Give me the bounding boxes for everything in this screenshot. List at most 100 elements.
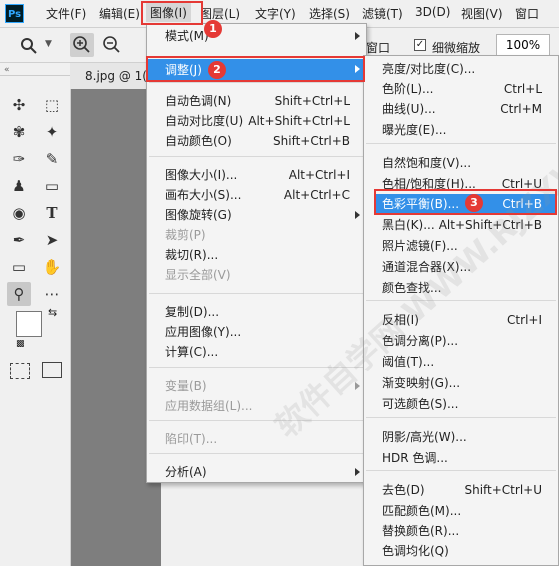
adjust-menu-item-9[interactable]: 照片滤镜(F)... bbox=[364, 236, 558, 256]
chevron-down-icon[interactable]: ▼ bbox=[45, 39, 52, 49]
menu-item-label: 渐变映射(G)... bbox=[382, 376, 461, 390]
menu-image[interactable]: 图像(I) bbox=[146, 3, 191, 22]
menu-separator bbox=[149, 82, 364, 83]
image-menu-item-10[interactable]: 裁切(R)... bbox=[147, 245, 366, 265]
menu-item-shortcut: Shift+Ctrl+L bbox=[274, 94, 350, 108]
magic-wand-tool-icon[interactable]: ✦ bbox=[40, 120, 64, 144]
adjust-menu-item-2[interactable]: 色阶(L)... Ctrl+L bbox=[364, 79, 558, 99]
lasso-tool-icon[interactable]: ✾ bbox=[7, 120, 31, 144]
more-tools-icon[interactable]: ⋯ bbox=[40, 282, 64, 306]
menu-item-label: 图像大小(I)... bbox=[165, 168, 238, 182]
menu-view[interactable]: 视图(V) bbox=[461, 5, 503, 22]
swap-colors-icon[interactable]: ⇆ bbox=[48, 306, 57, 319]
menu-item-label: 匹配颜色(M)... bbox=[382, 504, 462, 518]
adjust-menu-item-12[interactable]: 反相(I) Ctrl+I bbox=[364, 310, 558, 330]
menu-separator bbox=[149, 367, 364, 368]
adjust-menu-item-3[interactable]: 曲线(U)... Ctrl+M bbox=[364, 99, 558, 119]
menu-item-label: 亮度/对比度(C)... bbox=[382, 62, 476, 76]
menu-item-label: HDR 色调... bbox=[382, 451, 448, 465]
menu-separator bbox=[366, 300, 556, 301]
menu-filter[interactable]: 滤镜(T) bbox=[362, 5, 403, 22]
image-menu-item-15: 变量(B) bbox=[147, 376, 366, 396]
menu-separator bbox=[366, 143, 556, 144]
adjust-menu-item-5[interactable]: 自然饱和度(V)... bbox=[364, 153, 558, 173]
rectangle-tool-icon[interactable]: ▭ bbox=[7, 255, 31, 279]
image-menu-item-18[interactable]: 分析(A) bbox=[147, 462, 366, 482]
image-menu-item-8[interactable]: 图像旋转(G) bbox=[147, 205, 366, 225]
quick-mask-icon[interactable] bbox=[10, 363, 30, 379]
brush-tool-icon[interactable]: ✎ bbox=[40, 147, 64, 171]
menu-item-label: 阈值(T)... bbox=[382, 355, 435, 369]
image-menu-item-14[interactable]: 计算(C)... bbox=[147, 342, 366, 362]
menu-edit[interactable]: 编辑(E) bbox=[99, 5, 140, 22]
image-menu-item-11: 显示全部(V) bbox=[147, 265, 366, 285]
image-menu-item-7[interactable]: 画布大小(S)... Alt+Ctrl+C bbox=[147, 185, 366, 205]
eraser-tool-icon[interactable]: ▭ bbox=[40, 174, 64, 198]
adjust-menu-item-21[interactable]: 替换颜色(R)... bbox=[364, 521, 558, 541]
menu-type[interactable]: 文字(Y) bbox=[255, 5, 296, 22]
zoom-tool-icon[interactable] bbox=[20, 37, 40, 55]
move-tool-icon[interactable]: ✣ bbox=[7, 93, 31, 117]
hand-tool-icon[interactable]: ✋ bbox=[40, 255, 64, 279]
menu-item-label: 图像旋转(G) bbox=[165, 208, 232, 222]
menu-3d[interactable]: 3D(D) bbox=[415, 5, 450, 19]
adjust-menu-item-19[interactable]: 去色(D) Shift+Ctrl+U bbox=[364, 480, 558, 500]
toolbox: « ✣ ⬚ ✾ ✦ ✑ ✎ ♟ ▭ ◉ T ✒ ➤ ▭ ✋ ⚲ ⋯ ⇆ ▩ bbox=[0, 63, 71, 566]
menu-window[interactable]: 窗口 bbox=[515, 5, 539, 22]
zoom-tool-icon[interactable]: ⚲ bbox=[7, 282, 31, 306]
adjust-menu-item-20[interactable]: 匹配颜色(M)... bbox=[364, 501, 558, 521]
image-menu-item-5[interactable]: 自动颜色(O) Shift+Ctrl+B bbox=[147, 131, 366, 151]
image-menu-item-16: 应用数据组(L)... bbox=[147, 396, 366, 416]
zoom-out-button[interactable] bbox=[100, 33, 124, 57]
menu-layer[interactable]: 图层(L) bbox=[200, 5, 240, 22]
callout-badge-3: 3 bbox=[465, 194, 483, 212]
adjust-menu-item-1[interactable]: 亮度/对比度(C)... bbox=[364, 59, 558, 79]
adjust-menu-item-15[interactable]: 渐变映射(G)... bbox=[364, 373, 558, 393]
adjust-menu-item-18[interactable]: HDR 色调... bbox=[364, 448, 558, 468]
paint-bucket-tool-icon[interactable]: ◉ bbox=[7, 201, 31, 225]
image-menu-item-13[interactable]: 应用图像(Y)... bbox=[147, 322, 366, 342]
pen-tool-icon[interactable]: ✒ bbox=[7, 228, 31, 252]
menu-item-label: 变量(B) bbox=[165, 379, 207, 393]
image-menu-item-6[interactable]: 图像大小(I)... Alt+Ctrl+I bbox=[147, 165, 366, 185]
adjust-menu-item-4[interactable]: 曝光度(E)... bbox=[364, 120, 558, 140]
scrubby-zoom-label: 细微缩放 bbox=[432, 41, 481, 55]
adjustments-submenu: 亮度/对比度(C)... 色阶(L)... Ctrl+L 曲线(U)... Ctrl+M… bbox=[363, 55, 559, 566]
adjust-menu-item-8[interactable]: 黑白(K)... Alt+Shift+Ctrl+B bbox=[364, 215, 558, 235]
image-menu-item-2[interactable]: 调整(J) bbox=[147, 59, 366, 81]
adjust-menu-item-17[interactable]: 阴影/高光(W)... bbox=[364, 427, 558, 447]
image-menu-item-12[interactable]: 复制(D)... bbox=[147, 302, 366, 322]
menu-item-label: 通道混合器(X)... bbox=[382, 260, 472, 274]
adjust-menu-item-16[interactable]: 可选颜色(S)... bbox=[364, 394, 558, 414]
image-menu-item-1[interactable]: 模式(M) bbox=[147, 26, 366, 46]
marquee-tool-icon[interactable]: ⬚ bbox=[40, 93, 64, 117]
menu-item-shortcut: Ctrl+B bbox=[502, 197, 542, 211]
menu-file[interactable]: 文件(F) bbox=[46, 5, 86, 22]
submenu-arrow-icon bbox=[355, 211, 360, 219]
adjust-menu-item-13[interactable]: 色调分离(P)... bbox=[364, 331, 558, 351]
menu-item-label: 色相/饱和度(H)... bbox=[382, 177, 476, 191]
adjust-menu-item-11[interactable]: 颜色查找... bbox=[364, 278, 558, 298]
adjust-menu-item-10[interactable]: 通道混合器(X)... bbox=[364, 257, 558, 277]
adjust-menu-item-22[interactable]: 色调均化(Q) bbox=[364, 541, 558, 561]
adjust-menu-item-14[interactable]: 阈值(T)... bbox=[364, 352, 558, 372]
type-tool-icon[interactable]: T bbox=[40, 201, 64, 225]
eyedropper-tool-icon[interactable]: ✑ bbox=[7, 147, 31, 171]
menu-item-label: 自动对比度(U) bbox=[165, 114, 244, 128]
zoom-percent-input[interactable] bbox=[496, 34, 550, 56]
scrubby-zoom-checkbox[interactable]: ✓ bbox=[414, 39, 426, 51]
menu-separator bbox=[149, 293, 364, 294]
default-colors-icon[interactable]: ▩ bbox=[16, 339, 25, 349]
image-menu-item-3[interactable]: 自动色调(N) Shift+Ctrl+L bbox=[147, 91, 366, 111]
menu-select[interactable]: 选择(S) bbox=[309, 5, 350, 22]
foreground-color-swatch[interactable] bbox=[16, 311, 42, 337]
document-tab-label: 8.jpg @ 1( bbox=[85, 69, 147, 83]
screen-mode-icon[interactable] bbox=[42, 362, 62, 378]
path-selection-tool-icon[interactable]: ➤ bbox=[40, 228, 64, 252]
menu-item-label: 曲线(U)... bbox=[382, 102, 436, 116]
collapse-arrows-icon[interactable]: « bbox=[4, 65, 10, 75]
adjust-menu-item-6[interactable]: 色相/饱和度(H)... Ctrl+U bbox=[364, 174, 558, 194]
stamp-tool-icon[interactable]: ♟ bbox=[7, 174, 31, 198]
image-menu-item-4[interactable]: 自动对比度(U) Alt+Shift+Ctrl+L bbox=[147, 111, 366, 131]
zoom-in-button[interactable] bbox=[70, 33, 94, 57]
